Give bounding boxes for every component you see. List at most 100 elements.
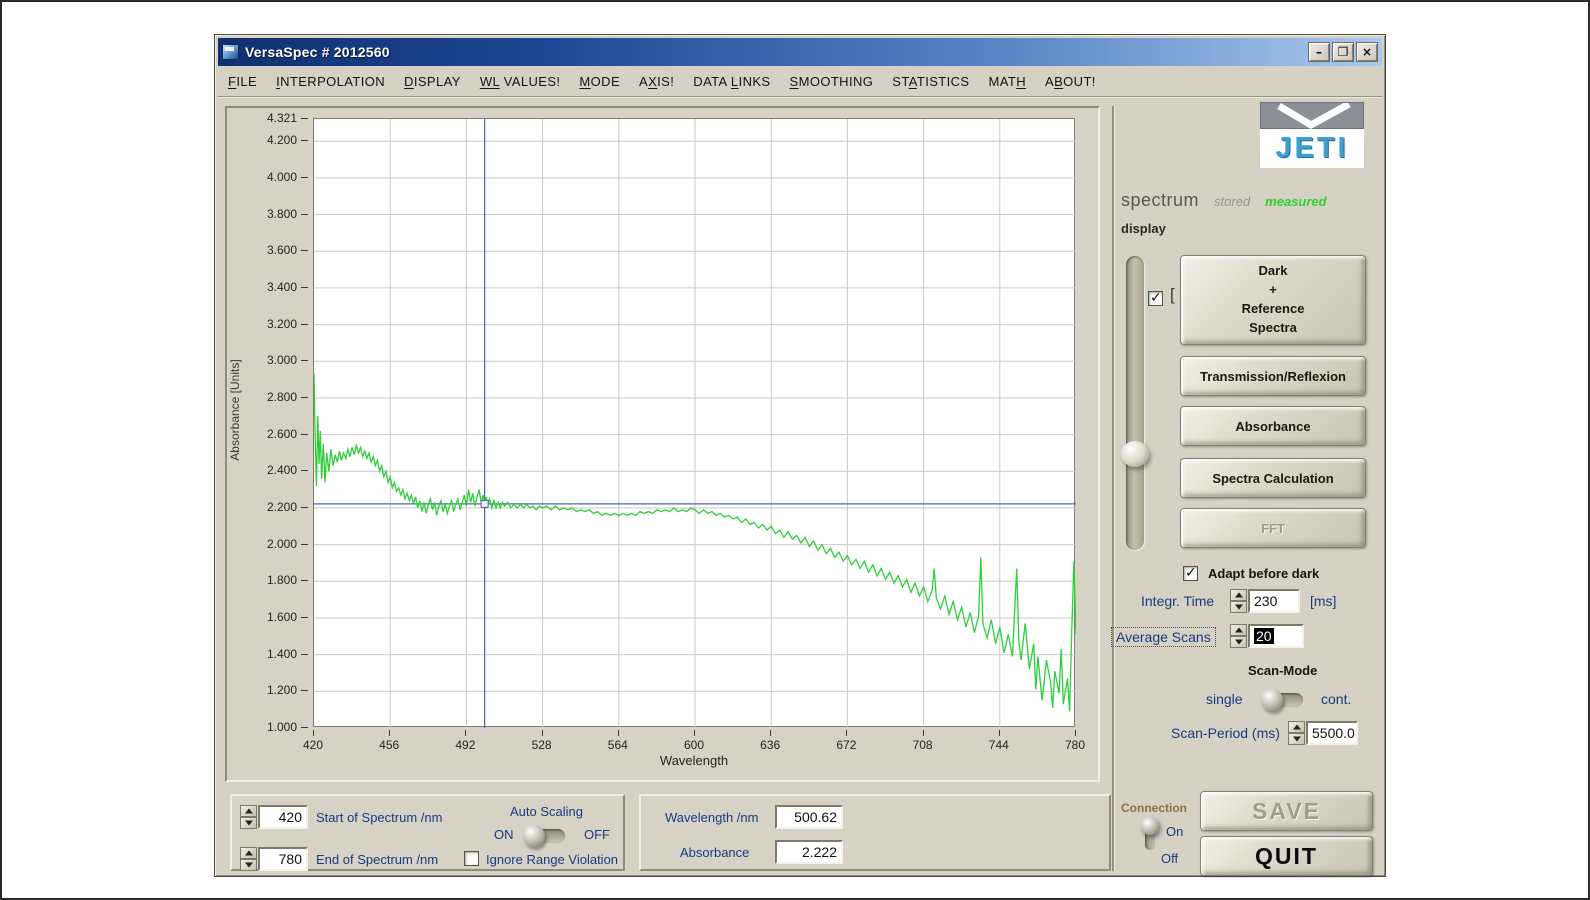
y-tick-label: 4.200 [235, 133, 297, 147]
maximize-button[interactable]: ❐ [1332, 42, 1354, 62]
spin-up-icon[interactable] [240, 805, 257, 817]
close-button[interactable]: × [1356, 42, 1378, 62]
y-tick-mark [301, 360, 308, 361]
jeti-checkmark-icon [1260, 102, 1364, 129]
x-tick-label: 708 [901, 738, 945, 752]
y-tick-label: 3.800 [235, 207, 297, 221]
auto-scaling-off-label: OFF [584, 827, 610, 842]
toggle-knob[interactable] [523, 825, 545, 847]
scan-period-label: Scan-Period (ms) [1171, 725, 1280, 741]
spin-down-icon[interactable] [1288, 733, 1305, 745]
spin-down-icon[interactable] [1230, 601, 1247, 613]
spin-down-icon[interactable] [240, 817, 257, 829]
x-tick-label: 780 [1053, 738, 1097, 752]
scan-period-spinner[interactable] [1288, 721, 1305, 745]
adapt-before-dark-label: Adapt before dark [1208, 566, 1319, 581]
transmission-reflexion-button[interactable]: Transmission/Reflexion [1180, 356, 1366, 396]
x-tick-label: 744 [977, 738, 1021, 752]
spin-up-icon[interactable] [240, 847, 257, 859]
start-spectrum-spinner[interactable] [240, 805, 257, 829]
y-tick-mark [301, 287, 308, 288]
slider-thumb[interactable] [1121, 441, 1149, 467]
scan-mode-single-label: single [1206, 691, 1243, 707]
y-tick-label: 1.600 [235, 610, 297, 624]
x-tick-mark [846, 730, 847, 736]
adapt-before-dark-checkbox[interactable] [1183, 566, 1198, 581]
auto-scaling-toggle[interactable] [525, 829, 565, 843]
integr-time-field[interactable]: 230 [1248, 589, 1300, 613]
y-tick-mark [301, 397, 308, 398]
spin-up-icon[interactable] [1288, 721, 1305, 733]
menu-statistics[interactable]: STATISTICS [892, 74, 969, 89]
average-scans-label[interactable]: Average Scans [1111, 627, 1216, 647]
app-window: VersaSpec # 2012560 – ❐ × FILE INTERPOLAT… [214, 34, 1386, 877]
plot-area[interactable] [313, 118, 1075, 727]
auto-scaling-on-label: ON [494, 827, 514, 842]
y-tick-label: 2.400 [235, 463, 297, 477]
save-button[interactable]: SAVE [1200, 791, 1373, 831]
average-scans-spinner[interactable] [1230, 624, 1247, 648]
y-tick-mark [301, 214, 308, 215]
menu-interpolation[interactable]: INTERPOLATION [276, 74, 385, 89]
x-tick-label: 600 [672, 738, 716, 752]
toggle-knob[interactable] [1141, 817, 1159, 835]
cursor-marker[interactable] [481, 500, 488, 507]
scan-mode-label: Scan-Mode [1248, 663, 1317, 678]
x-tick-label: 636 [748, 738, 792, 752]
average-scans-field[interactable]: 20 [1248, 624, 1304, 648]
integr-time-spinner[interactable] [1230, 589, 1247, 613]
y-tick-mark [301, 434, 308, 435]
spin-up-icon[interactable] [1230, 624, 1247, 636]
menu-math[interactable]: MATH [989, 74, 1026, 89]
x-tick-mark [770, 730, 771, 736]
menu-file[interactable]: FILE [228, 74, 257, 89]
connection-toggle[interactable] [1145, 820, 1155, 850]
x-tick-mark [389, 730, 390, 736]
end-spectrum-spinner[interactable] [240, 847, 257, 871]
y-tick-mark [301, 140, 308, 141]
spin-up-icon[interactable] [1230, 589, 1247, 601]
dark-reference-spectra-button[interactable]: Dark + Reference Spectra [1180, 255, 1366, 345]
x-axis-title: Wavelength [313, 753, 1075, 768]
display-section-label: display [1121, 221, 1166, 236]
menu-display[interactable]: DISPLAY [404, 74, 461, 89]
absorbance-button[interactable]: Absorbance [1180, 406, 1366, 446]
menu-data-links[interactable]: DATA LINKS [693, 74, 770, 89]
y-tick-mark [301, 544, 308, 545]
end-spectrum-field[interactable]: 780 [258, 847, 308, 871]
connection-off-label: Off [1161, 851, 1178, 866]
menu-mode[interactable]: MODE [579, 74, 620, 89]
toggle-knob[interactable] [1261, 689, 1283, 711]
x-tick-mark [618, 730, 619, 736]
spin-down-icon[interactable] [240, 859, 257, 871]
scan-mode-toggle[interactable] [1263, 693, 1303, 707]
scan-period-field[interactable]: 5500.0 [1306, 721, 1358, 745]
y-tick-label: 4.000 [235, 170, 297, 184]
fft-button[interactable]: FFT [1180, 508, 1366, 548]
x-tick-mark [313, 730, 314, 736]
quit-button[interactable]: QUIT [1200, 836, 1373, 876]
y-tick-label: 1.000 [235, 720, 297, 734]
ignore-range-violation-checkbox[interactable] [464, 851, 479, 866]
y-tick-label: 3.200 [235, 317, 297, 331]
menu-axis[interactable]: AXIS! [639, 74, 674, 89]
y-tick-mark [301, 250, 308, 251]
integr-time-unit: [ms] [1310, 593, 1336, 609]
title-bar: VersaSpec # 2012560 – ❐ × [218, 38, 1382, 66]
x-tick-mark [542, 730, 543, 736]
spectra-calculation-button[interactable]: Spectra Calculation [1180, 458, 1366, 498]
connection-on-label: On [1166, 824, 1183, 839]
spin-down-icon[interactable] [1230, 636, 1247, 648]
app-icon [222, 44, 239, 60]
jeti-logo: JETI [1260, 102, 1364, 168]
menu-smoothing[interactable]: SMOOTHING [790, 74, 874, 89]
menu-about[interactable]: ABOUT! [1045, 74, 1096, 89]
x-tick-mark [999, 730, 1000, 736]
spectrum-plot[interactable] [314, 119, 1076, 728]
display-mode-slider[interactable] [1126, 256, 1144, 550]
menu-wl-values[interactable]: WL VALUES! [480, 74, 561, 89]
display-checkbox[interactable] [1148, 291, 1163, 306]
start-spectrum-field[interactable]: 420 [258, 805, 308, 829]
scan-mode-cont-label: cont. [1321, 691, 1351, 707]
minimize-button[interactable]: – [1308, 42, 1330, 62]
